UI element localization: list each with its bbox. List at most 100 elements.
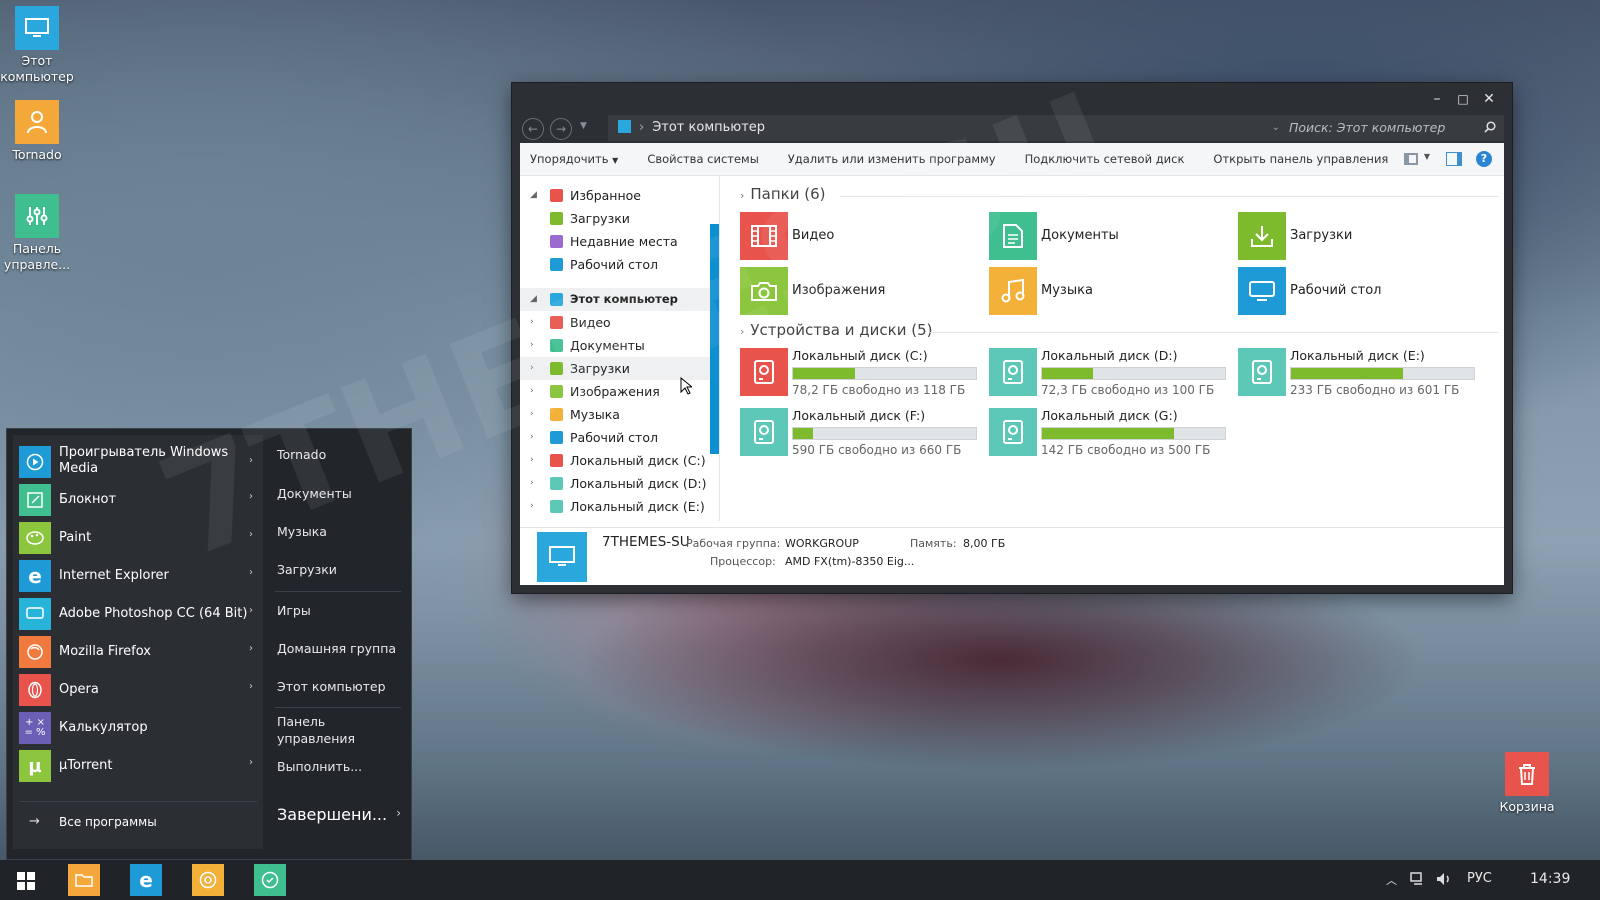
network-icon[interactable] xyxy=(1410,872,1426,886)
shutdown-button[interactable]: Завершени... › xyxy=(273,803,403,829)
desktop-icon xyxy=(550,258,563,271)
submenu-arrow-icon[interactable]: › xyxy=(249,491,253,502)
map-network-drive-button[interactable]: Подключить сетевой диск xyxy=(1025,152,1185,166)
app-utorrent[interactable]: µ µTorrent › xyxy=(19,749,257,783)
forward-button[interactable]: → xyxy=(550,118,572,140)
drive-usage-fill xyxy=(793,428,814,439)
tree-item-this-pc[interactable]: ◢ Этот компьютер xyxy=(520,288,719,311)
tree-item-drive-c[interactable]: › Локальный диск (C:) xyxy=(520,449,719,472)
uninstall-program-button[interactable]: Удалить или изменить программу xyxy=(788,152,996,166)
place-games[interactable]: Игры xyxy=(277,603,311,618)
system-properties-button[interactable]: Свойства системы xyxy=(647,152,758,166)
tree-item-favorites[interactable]: ◢ Избранное xyxy=(520,184,719,207)
taskbar-ie-button[interactable]: e xyxy=(130,864,162,896)
close-button[interactable]: ✕ xyxy=(1476,89,1502,109)
organize-button[interactable]: Упорядочить ▼ xyxy=(530,152,618,166)
navigation-scrollbar[interactable] xyxy=(710,224,719,454)
folder-pictures[interactable]: Изображения xyxy=(740,267,980,317)
collapsed-arrow-icon: › xyxy=(530,478,534,488)
drive-f[interactable]: Локальный диск (F:) 590 ГБ свободно из 6… xyxy=(740,408,988,462)
tree-item-recent[interactable]: Недавние места xyxy=(520,230,719,253)
app-calculator[interactable]: + × = % Калькулятор xyxy=(19,711,257,745)
submenu-arrow-icon[interactable]: › xyxy=(249,529,253,540)
drive-icon xyxy=(550,500,563,513)
desktop-icon-recycle-bin[interactable]: Корзина xyxy=(1490,752,1564,815)
app-internet-explorer[interactable]: e Internet Explorer › xyxy=(19,559,257,593)
search-icon[interactable] xyxy=(1484,121,1496,133)
submenu-arrow-icon[interactable]: › xyxy=(249,605,253,616)
download-icon xyxy=(550,212,563,225)
submenu-arrow-icon[interactable]: › xyxy=(249,567,253,578)
recent-locations-chevron-icon[interactable]: ▼ xyxy=(580,121,587,131)
place-homegroup[interactable]: Домашняя группа xyxy=(277,641,396,656)
folders-header[interactable]: › Папки (6) xyxy=(740,185,826,203)
all-programs-button[interactable]: → Все программы xyxy=(25,811,251,835)
app-windows-media-player[interactable]: Проигрыватель Windows Media › xyxy=(19,443,257,481)
place-control-panel[interactable]: Панель управления xyxy=(277,713,367,747)
desktop-icon-tornado[interactable]: Tornado xyxy=(0,100,74,163)
open-control-panel-button[interactable]: Открыть панель управления xyxy=(1213,152,1388,166)
app-photoshop[interactable]: Adobe Photoshop CC (64 Bit) › xyxy=(19,597,257,631)
preview-pane-icon[interactable] xyxy=(1446,152,1462,166)
folder-desktop[interactable]: Рабочий стол xyxy=(1238,267,1478,317)
cpu-value: AMD FX(tm)-8350 Eig... xyxy=(785,555,915,568)
volume-icon[interactable] xyxy=(1436,872,1452,886)
desktop-icon-this-pc[interactable]: Этот компьютер xyxy=(0,6,74,85)
search-input[interactable]: Поиск: Этот компьютер xyxy=(1279,115,1504,141)
desktop-icon-control-panel[interactable]: Панель управле... xyxy=(0,194,74,273)
ie-icon: e xyxy=(19,560,51,592)
place-music[interactable]: Музыка xyxy=(277,524,327,539)
drive-g[interactable]: Локальный диск (G:) 142 ГБ свободно из 5… xyxy=(989,408,1237,462)
submenu-arrow-icon[interactable]: › xyxy=(249,757,253,768)
view-dropdown-icon[interactable]: ▼ xyxy=(1424,152,1430,161)
back-button[interactable]: ← xyxy=(522,118,544,140)
clock[interactable]: 14:39 xyxy=(1530,871,1570,887)
drive-d[interactable]: Локальный диск (D:) 72,3 ГБ свободно из … xyxy=(989,348,1237,402)
folder-downloads[interactable]: Загрузки xyxy=(1238,212,1478,262)
folder-documents[interactable]: Документы xyxy=(989,212,1229,262)
address-bar[interactable]: › Этот компьютер ⌄ xyxy=(608,115,1288,141)
breadcrumb-this-pc[interactable]: Этот компьютер xyxy=(652,120,765,135)
tree-item-documents[interactable]: › Документы xyxy=(520,334,719,357)
submenu-arrow-icon[interactable]: › xyxy=(249,643,253,654)
tree-item-downloads[interactable]: Загрузки xyxy=(520,207,719,230)
tree-item-drive-d[interactable]: › Локальный диск (D:) xyxy=(520,472,719,495)
place-run[interactable]: Выполнить... xyxy=(277,759,362,774)
firefox-icon xyxy=(19,636,51,668)
place-downloads[interactable]: Загрузки xyxy=(277,562,337,577)
tree-item-drive-e[interactable]: › Локальный диск (E:) xyxy=(520,495,719,518)
app-notepad[interactable]: Блокнот › xyxy=(19,483,257,517)
drive-usage-fill xyxy=(793,368,856,379)
tree-item-video[interactable]: › Видео xyxy=(520,311,719,334)
taskbar-chrome-button[interactable] xyxy=(192,864,224,896)
help-icon[interactable]: ? xyxy=(1476,151,1492,167)
place-documents[interactable]: Документы xyxy=(277,486,352,501)
shutdown-arrow-icon[interactable]: › xyxy=(396,806,401,820)
tree-item-desktop-pc[interactable]: › Рабочий стол xyxy=(520,426,719,449)
submenu-arrow-icon[interactable]: › xyxy=(249,455,253,466)
submenu-arrow-icon[interactable]: › xyxy=(249,681,253,692)
app-opera[interactable]: Opera › xyxy=(19,673,257,707)
view-options-icon[interactable] xyxy=(1404,153,1418,165)
drive-c[interactable]: Локальный диск (C:) 78,2 ГБ свободно из … xyxy=(740,348,988,402)
minimize-button[interactable]: – xyxy=(1424,89,1450,109)
start-button[interactable] xyxy=(17,872,35,890)
language-indicator[interactable]: РУС xyxy=(1467,871,1492,886)
music-icon xyxy=(989,267,1037,315)
taskbar-explorer-button[interactable] xyxy=(68,864,100,896)
place-this-pc[interactable]: Этот компьютер xyxy=(277,679,386,694)
drive-e[interactable]: Локальный диск (E:) 233 ГБ свободно из 6… xyxy=(1238,348,1486,402)
tree-item-desktop[interactable]: Рабочий стол xyxy=(520,253,719,276)
tree-item-music[interactable]: › Музыка xyxy=(520,403,719,426)
folder-music[interactable]: Музыка xyxy=(989,267,1229,317)
place-user[interactable]: Tornado xyxy=(277,447,326,462)
app-firefox[interactable]: Mozilla Firefox › xyxy=(19,635,257,669)
maximize-button[interactable]: □ xyxy=(1450,89,1476,109)
folder-video[interactable]: Видео xyxy=(740,212,980,262)
taskbar-app-button[interactable] xyxy=(254,864,286,896)
show-hidden-icons-button[interactable]: ︿ xyxy=(1386,872,1397,888)
monitor-icon xyxy=(550,293,563,306)
devices-header[interactable]: › Устройства и диски (5) xyxy=(740,321,932,339)
app-paint[interactable]: Paint › xyxy=(19,521,257,555)
document-icon xyxy=(550,339,563,352)
